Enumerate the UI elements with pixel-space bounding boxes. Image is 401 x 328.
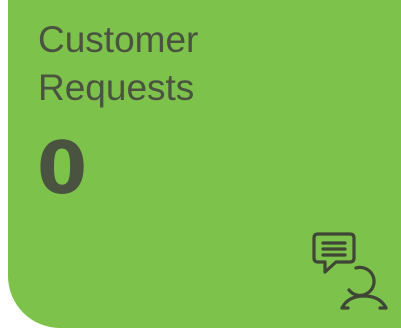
- customer-support-chat-icon: [312, 232, 388, 310]
- tile-title-line-2: Requests: [38, 67, 195, 108]
- tile-title-line-1: Customer: [38, 19, 199, 60]
- customer-requests-tile[interactable]: Customer Requests 0: [8, 0, 401, 328]
- tile-title: Customer Requests: [38, 16, 358, 112]
- request-count: 0: [37, 126, 88, 210]
